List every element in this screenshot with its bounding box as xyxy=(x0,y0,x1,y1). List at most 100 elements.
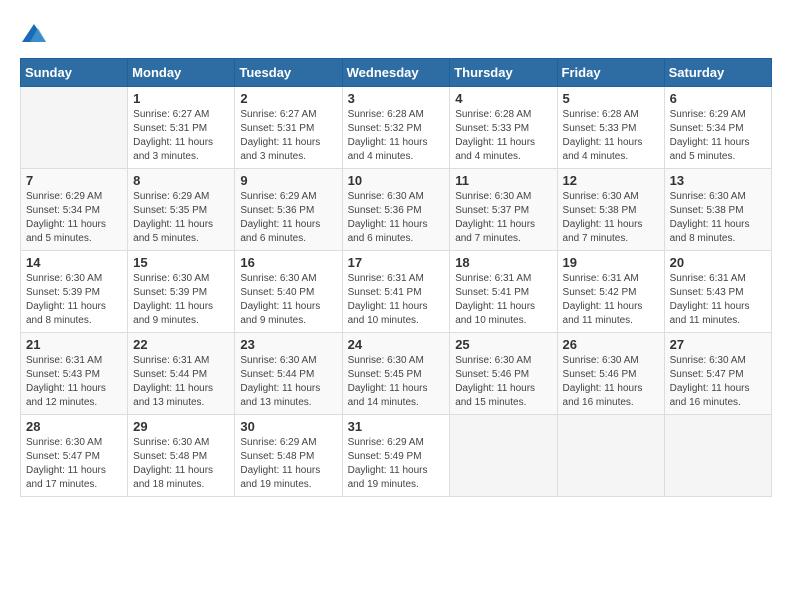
day-number: 13 xyxy=(670,173,766,188)
day-number: 19 xyxy=(563,255,659,270)
day-cell: 23 Sunrise: 6:30 AM Sunset: 5:44 PM Dayli… xyxy=(235,333,342,415)
day-info: Sunrise: 6:31 AM Sunset: 5:41 PM Dayligh… xyxy=(348,272,445,328)
day-cell: 18Sunrise: 6:31 AM Sunset: 5:41 PM Dayli… xyxy=(450,251,557,333)
day-number: 21 xyxy=(26,337,122,352)
day-info: Sunrise: 6:30 AM Sunset: 5:38 PM Dayligh… xyxy=(670,190,766,246)
day-number: 14 xyxy=(26,255,122,270)
day-cell: 21 Sunrise: 6:31 AM Sunset: 5:43 PM Dayli… xyxy=(21,333,128,415)
week-row-4: 21 Sunrise: 6:31 AM Sunset: 5:43 PM Dayli… xyxy=(21,333,772,415)
day-cell: 27 Sunrise: 6:30 AM Sunset: 5:47 PM Dayli… xyxy=(664,333,771,415)
day-cell: 12 Sunrise: 6:30 AM Sunset: 5:38 PM Dayli… xyxy=(557,169,664,251)
logo xyxy=(20,20,52,48)
day-info: Sunrise: 6:28 AM Sunset: 5:32 PM Dayligh… xyxy=(348,108,445,164)
day-info: Sunrise: 6:29 AM Sunset: 5:49 PM Dayligh… xyxy=(348,436,445,492)
day-cell: 31 Sunrise: 6:29 AM Sunset: 5:49 PM Dayli… xyxy=(342,415,450,497)
day-number: 20 xyxy=(670,255,766,270)
day-cell: 26Sunrise: 6:30 AM Sunset: 5:46 PM Dayli… xyxy=(557,333,664,415)
day-number: 12 xyxy=(563,173,659,188)
day-info: Sunrise: 6:31 AM Sunset: 5:44 PM Dayligh… xyxy=(133,354,229,410)
day-info: Sunrise: 6:30 AM Sunset: 5:45 PM Dayligh… xyxy=(348,354,445,410)
header-wednesday: Wednesday xyxy=(342,59,450,87)
day-number: 15 xyxy=(133,255,229,270)
day-number: 3 xyxy=(348,91,445,106)
day-cell: 3 Sunrise: 6:28 AM Sunset: 5:32 PM Daylig… xyxy=(342,87,450,169)
day-cell xyxy=(664,415,771,497)
day-cell xyxy=(450,415,557,497)
day-cell: 4 Sunrise: 6:28 AM Sunset: 5:33 PM Daylig… xyxy=(450,87,557,169)
day-info: Sunrise: 6:29 AM Sunset: 5:34 PM Dayligh… xyxy=(26,190,122,246)
day-cell: 9 Sunrise: 6:29 AM Sunset: 5:36 PM Daylig… xyxy=(235,169,342,251)
day-cell: 14Sunrise: 6:30 AM Sunset: 5:39 PM Dayli… xyxy=(21,251,128,333)
day-info: Sunrise: 6:30 AM Sunset: 5:47 PM Dayligh… xyxy=(26,436,122,492)
day-cell: 13 Sunrise: 6:30 AM Sunset: 5:38 PM Dayli… xyxy=(664,169,771,251)
day-number: 25 xyxy=(455,337,551,352)
day-cell: 1 Sunrise: 6:27 AM Sunset: 5:31 PM Daylig… xyxy=(128,87,235,169)
day-number: 17 xyxy=(348,255,445,270)
day-info: Sunrise: 6:29 AM Sunset: 5:36 PM Dayligh… xyxy=(240,190,336,246)
day-info: Sunrise: 6:30 AM Sunset: 5:40 PM Dayligh… xyxy=(240,272,336,328)
day-cell xyxy=(21,87,128,169)
day-number: 8 xyxy=(133,173,229,188)
day-number: 27 xyxy=(670,337,766,352)
header-friday: Friday xyxy=(557,59,664,87)
day-number: 31 xyxy=(348,419,445,434)
day-number: 9 xyxy=(240,173,336,188)
day-cell: 6Sunrise: 6:29 AM Sunset: 5:34 PM Daylig… xyxy=(664,87,771,169)
day-info: Sunrise: 6:30 AM Sunset: 5:39 PM Dayligh… xyxy=(133,272,229,328)
day-cell: 19 Sunrise: 6:31 AM Sunset: 5:42 PM Dayli… xyxy=(557,251,664,333)
day-info: Sunrise: 6:30 AM Sunset: 5:46 PM Dayligh… xyxy=(455,354,551,410)
day-cell: 2 Sunrise: 6:27 AM Sunset: 5:31 PM Daylig… xyxy=(235,87,342,169)
week-row-2: 7 Sunrise: 6:29 AM Sunset: 5:34 PM Daylig… xyxy=(21,169,772,251)
day-info: Sunrise: 6:31 AM Sunset: 5:43 PM Dayligh… xyxy=(26,354,122,410)
week-row-1: 1 Sunrise: 6:27 AM Sunset: 5:31 PM Daylig… xyxy=(21,87,772,169)
day-number: 22 xyxy=(133,337,229,352)
day-info: Sunrise: 6:27 AM Sunset: 5:31 PM Dayligh… xyxy=(240,108,336,164)
day-info: Sunrise: 6:29 AM Sunset: 5:48 PM Dayligh… xyxy=(240,436,336,492)
day-cell xyxy=(557,415,664,497)
day-info: Sunrise: 6:29 AM Sunset: 5:35 PM Dayligh… xyxy=(133,190,229,246)
day-cell: 30 Sunrise: 6:29 AM Sunset: 5:48 PM Dayli… xyxy=(235,415,342,497)
day-number: 1 xyxy=(133,91,229,106)
day-info: Sunrise: 6:30 AM Sunset: 5:47 PM Dayligh… xyxy=(670,354,766,410)
day-cell: 17 Sunrise: 6:31 AM Sunset: 5:41 PM Dayli… xyxy=(342,251,450,333)
day-cell: 7 Sunrise: 6:29 AM Sunset: 5:34 PM Daylig… xyxy=(21,169,128,251)
week-row-5: 28Sunrise: 6:30 AM Sunset: 5:47 PM Dayli… xyxy=(21,415,772,497)
day-number: 18 xyxy=(455,255,551,270)
header-thursday: Thursday xyxy=(450,59,557,87)
header-sunday: Sunday xyxy=(21,59,128,87)
day-info: Sunrise: 6:30 AM Sunset: 5:48 PM Dayligh… xyxy=(133,436,229,492)
calendar-table: SundayMondayTuesdayWednesdayThursdayFrid… xyxy=(20,58,772,497)
day-number: 11 xyxy=(455,173,551,188)
day-info: Sunrise: 6:27 AM Sunset: 5:31 PM Dayligh… xyxy=(133,108,229,164)
header-row: SundayMondayTuesdayWednesdayThursdayFrid… xyxy=(21,59,772,87)
day-cell: 29 Sunrise: 6:30 AM Sunset: 5:48 PM Dayli… xyxy=(128,415,235,497)
day-cell: 15 Sunrise: 6:30 AM Sunset: 5:39 PM Dayli… xyxy=(128,251,235,333)
day-number: 2 xyxy=(240,91,336,106)
day-info: Sunrise: 6:31 AM Sunset: 5:42 PM Dayligh… xyxy=(563,272,659,328)
day-info: Sunrise: 6:29 AM Sunset: 5:34 PM Dayligh… xyxy=(670,108,766,164)
day-cell: 25 Sunrise: 6:30 AM Sunset: 5:46 PM Dayli… xyxy=(450,333,557,415)
day-cell: 24Sunrise: 6:30 AM Sunset: 5:45 PM Dayli… xyxy=(342,333,450,415)
day-info: Sunrise: 6:30 AM Sunset: 5:46 PM Dayligh… xyxy=(563,354,659,410)
day-info: Sunrise: 6:30 AM Sunset: 5:38 PM Dayligh… xyxy=(563,190,659,246)
week-row-3: 14 Sunrise: 6:30 AM Sunset: 5:39 PM Dayli… xyxy=(21,251,772,333)
day-info: Sunrise: 6:30 AM Sunset: 5:36 PM Dayligh… xyxy=(348,190,445,246)
day-number: 7 xyxy=(26,173,122,188)
header-monday: Monday xyxy=(128,59,235,87)
day-number: 10 xyxy=(348,173,445,188)
day-cell: 10 Sunrise: 6:30 AM Sunset: 5:36 PM Dayli… xyxy=(342,169,450,251)
day-cell: 11Sunrise: 6:30 AM Sunset: 5:37 PM Dayli… xyxy=(450,169,557,251)
day-info: Sunrise: 6:31 AM Sunset: 5:43 PM Dayligh… xyxy=(670,272,766,328)
day-cell: 28Sunrise: 6:30 AM Sunset: 5:47 PM Dayli… xyxy=(21,415,128,497)
day-number: 4 xyxy=(455,91,551,106)
day-info: Sunrise: 6:30 AM Sunset: 5:44 PM Dayligh… xyxy=(240,354,336,410)
day-number: 16 xyxy=(240,255,336,270)
day-number: 30 xyxy=(240,419,336,434)
day-number: 23 xyxy=(240,337,336,352)
day-number: 29 xyxy=(133,419,229,434)
header-tuesday: Tuesday xyxy=(235,59,342,87)
page-header xyxy=(20,20,772,48)
header-saturday: Saturday xyxy=(664,59,771,87)
day-number: 5 xyxy=(563,91,659,106)
day-info: Sunrise: 6:28 AM Sunset: 5:33 PM Dayligh… xyxy=(455,108,551,164)
